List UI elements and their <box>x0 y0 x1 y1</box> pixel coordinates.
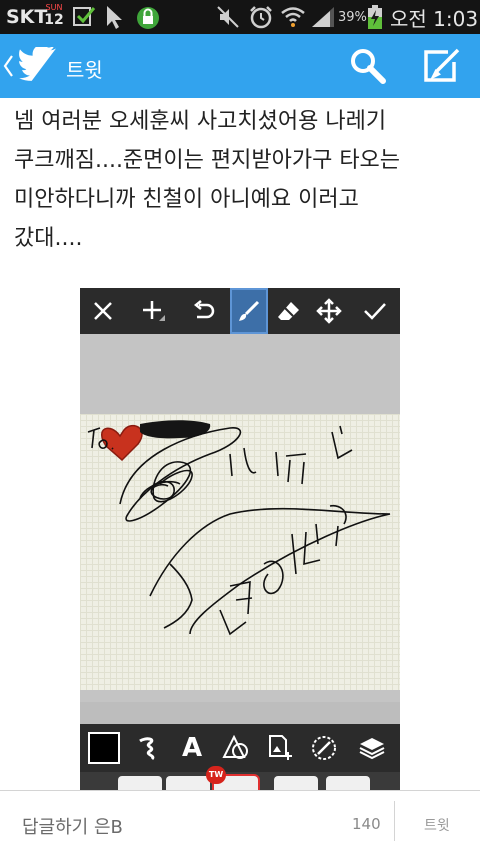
calendar-day: SUN <box>45 3 63 12</box>
back-chevron-icon <box>2 52 16 84</box>
tweet-line: 넴 여러분 오세훈씨 사고치셨어용 나레기 <box>14 109 387 134</box>
undo-icon <box>184 288 222 334</box>
photo-background <box>80 334 400 702</box>
lock-notify-icon <box>136 0 160 34</box>
calendar-date: 12 <box>44 12 64 28</box>
tweet-line: 갔대.... <box>14 226 83 251</box>
status-bar: SKT SUN 12 39% 오전 1:03 <box>0 0 480 34</box>
brush-icon <box>230 288 268 334</box>
photo-bottom-toolbar: A <box>80 724 400 772</box>
text-icon: A <box>181 733 203 763</box>
compose-button[interactable] <box>422 46 462 86</box>
divider <box>394 801 395 841</box>
cursor-notify-icon <box>104 0 126 34</box>
tw-badge: TW <box>206 766 226 784</box>
check-icon <box>356 288 394 334</box>
battery-charging-icon <box>367 0 383 34</box>
close-icon <box>84 288 122 334</box>
signature-drawing <box>87 420 391 636</box>
stroke-icon <box>128 724 168 772</box>
clock: 오전 1:03 <box>390 6 479 31</box>
tweet-send-button[interactable]: 트윗 <box>424 815 450 835</box>
signal-icon <box>310 0 336 34</box>
character-count: 140 <box>352 815 381 833</box>
shapes-icon <box>216 724 256 772</box>
twitter-bird-icon <box>18 44 60 87</box>
checkbox-notify-icon <box>72 0 98 34</box>
photo-toolbar <box>80 288 400 334</box>
color-swatch-icon <box>84 724 124 772</box>
reply-input[interactable]: 답글하기 은B <box>22 813 123 839</box>
calendar-icon: SUN 12 <box>42 3 66 31</box>
search-icon <box>351 49 386 84</box>
eraser-icon <box>270 288 308 334</box>
compose-icon <box>424 48 460 82</box>
reply-bar: 답글하기 은B 140 트윗 <box>0 790 480 854</box>
drawing-canvas <box>80 414 400 690</box>
layers-icon <box>352 724 392 772</box>
tweet-line: 쿠크깨짐....준면이는 편지받아가구 타오는 <box>14 148 401 173</box>
move-icon <box>310 288 348 334</box>
app-bar: 트윗 <box>0 34 480 98</box>
add-image-icon <box>260 724 300 772</box>
tweet-line: 미안하다니까 친철이 아니예요 이러고 <box>14 187 359 212</box>
tweet-text: 넴 여러분 오세훈씨 사고치셨어용 나레기 쿠크깨짐....준면이는 편지받아가… <box>14 102 474 258</box>
mute-icon <box>216 0 240 34</box>
pen-settings-icon <box>304 724 344 772</box>
search-button[interactable] <box>348 46 388 86</box>
battery-percent: 39% <box>338 9 367 25</box>
wifi-icon <box>280 0 306 34</box>
alarm-icon <box>248 0 274 34</box>
tweet-photo[interactable]: A TW <box>80 288 400 800</box>
add-icon <box>134 288 172 334</box>
app-title: 트윗 <box>66 58 103 82</box>
